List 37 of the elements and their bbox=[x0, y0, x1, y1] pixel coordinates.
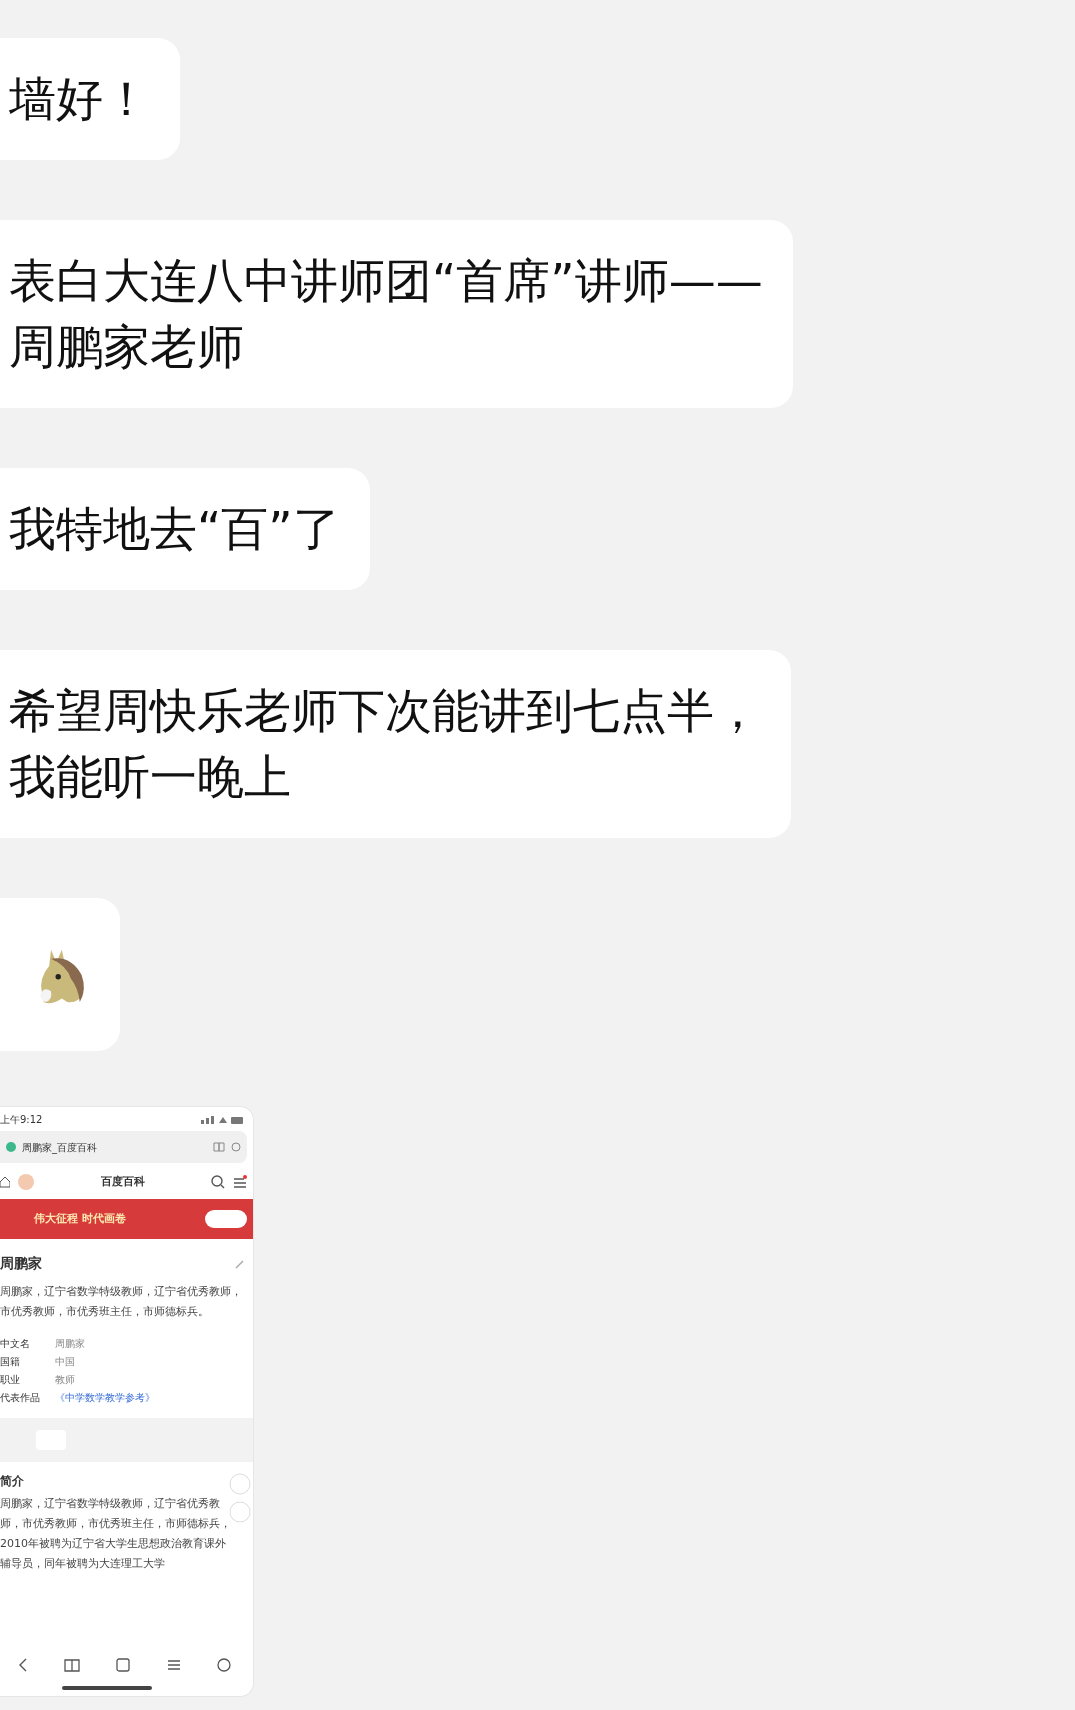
message-line: 希望周快乐老师下次能讲到七点半， bbox=[9, 682, 761, 740]
banner-title: 伟大征程 时代画卷 bbox=[34, 1210, 126, 1227]
message-line: 表白大连八中讲师团“首席”讲师—— bbox=[9, 252, 763, 310]
info-value: 《中学数学教学参考》 bbox=[55, 1391, 156, 1405]
home-circle-icon[interactable] bbox=[216, 1658, 231, 1672]
info-label: 职业 bbox=[0, 1373, 21, 1387]
info-label: 中文名 bbox=[0, 1337, 31, 1351]
message-text: 墙好！ bbox=[9, 71, 150, 126]
entry-title: 周鹏家 bbox=[0, 1254, 42, 1273]
info-label: 代表作品 bbox=[0, 1391, 41, 1405]
site-title: 百度百科 bbox=[99, 1173, 146, 1190]
message-text: 我特地去“百”了 bbox=[9, 501, 340, 556]
summary-text: 周鹏家，辽宁省数学特级教师，辽宁省优秀教师，市优秀教师，市优秀班主任，市师德标兵。 bbox=[0, 1284, 243, 1320]
page-title: 周鹏家_百度百科 bbox=[22, 1140, 98, 1155]
promo-banner[interactable]: 伟大征程 时代画卷 bbox=[0, 1199, 253, 1239]
tabs-icon[interactable] bbox=[116, 1658, 131, 1672]
section-title: 简介 bbox=[0, 1473, 25, 1490]
book-icon[interactable] bbox=[64, 1658, 81, 1672]
status-icons bbox=[201, 1114, 245, 1125]
info-value: 周鹏家 bbox=[55, 1337, 86, 1351]
address-bar[interactable]: 周鹏家_百度百科 bbox=[0, 1131, 247, 1163]
menu-icon[interactable] bbox=[233, 1175, 247, 1189]
back-icon[interactable] bbox=[18, 1658, 29, 1672]
status-time: 上午9:12 bbox=[0, 1113, 43, 1127]
book-icon[interactable] bbox=[213, 1142, 225, 1152]
search-icon[interactable] bbox=[211, 1175, 225, 1189]
site-dot-icon bbox=[6, 1142, 16, 1152]
message-line: 周鹏家老师 bbox=[9, 318, 245, 376]
enter-button[interactable] bbox=[205, 1210, 247, 1228]
refresh-icon[interactable] bbox=[231, 1142, 241, 1152]
home-icon[interactable] bbox=[0, 1176, 10, 1188]
section-text: 周鹏家，辽宁省数学特级教师，辽宁省优秀教师，市优秀教师，市优秀班主任，市师德标兵，2010年被聘为辽宁省大学生思想政治教育课外辅导员，同年被聘为大连理工大学 bbox=[0, 1496, 232, 1572]
menu-icon[interactable] bbox=[166, 1659, 181, 1671]
info-value: 中国 bbox=[55, 1355, 76, 1369]
info-value: 教师 bbox=[55, 1373, 76, 1387]
message-line: 我能听一晚上 bbox=[9, 748, 292, 806]
info-label: 国籍 bbox=[0, 1355, 21, 1369]
